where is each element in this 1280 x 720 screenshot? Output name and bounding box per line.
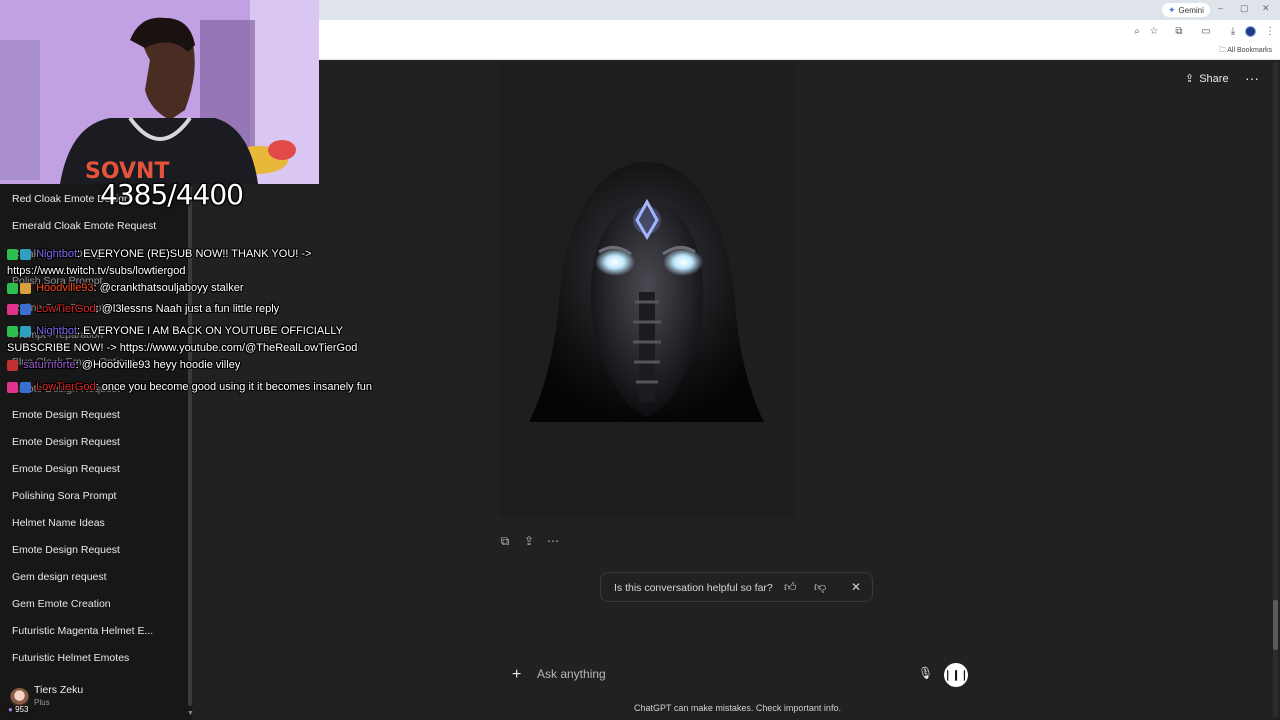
thumbs-down-icon[interactable]: 👎︎ — [814, 580, 826, 595]
screen: ✦ Gemini – ▢ ✕ ⌕ ☆ ⧉ ▭ ⤓ ⋮ 🗀 All Bookmar… — [0, 0, 1280, 720]
copy-icon[interactable]: ⧉ — [498, 534, 512, 548]
chat-message: LowTierGod: once you become good using i… — [7, 381, 372, 393]
maximize-button[interactable]: ▢ — [1240, 3, 1249, 14]
sidebar-item[interactable]: Futuristic Magenta Helmet E... — [12, 625, 153, 637]
share-button[interactable]: ⇪ Share — [1185, 72, 1229, 86]
folder-icon: 🗀 — [1218, 47, 1228, 54]
main-scrollbar-thumb[interactable] — [1273, 600, 1278, 650]
user-plan: Plus — [34, 698, 50, 707]
gemini-button[interactable]: ✦ Gemini — [1162, 3, 1210, 17]
scroll-down-arrow-icon[interactable]: ▼ — [187, 710, 194, 717]
generated-image[interactable] — [499, 62, 796, 517]
viewer-count: ● 953 — [8, 705, 29, 714]
gift-badge-icon — [7, 359, 18, 371]
sidebar-scrollbar[interactable] — [188, 186, 192, 706]
chat-message: Hoodville93: @crankthatsouljaboyy stalke… — [7, 282, 244, 294]
chat-message: Nightbot: EVERYONE I AM BACK ON YOUTUBE … — [7, 325, 343, 337]
more-actions-icon[interactable]: ⋯ — [546, 534, 560, 548]
sidebar-item[interactable]: Polishing Sora Prompt — [12, 490, 116, 502]
microphone-icon[interactable]: 🎙︎ — [918, 666, 933, 680]
all-bookmarks-link[interactable]: 🗀 All Bookmarks — [1219, 46, 1272, 57]
sidebar-item[interactable]: Helmet Name Ideas — [12, 517, 105, 529]
more-options-button[interactable]: ··· — [1245, 70, 1259, 86]
moderator-badge-icon — [7, 325, 18, 337]
broadcaster-badge-icon — [7, 381, 18, 393]
sidebar-item[interactable]: Futuristic Helmet Emotes — [12, 652, 129, 664]
sidebar-item[interactable]: Gem Emote Creation — [12, 598, 111, 610]
webcam-overlay: SOVNT — [0, 0, 319, 184]
bookmark-star-icon[interactable]: ☆ — [1148, 25, 1160, 37]
sub-badge-icon — [20, 282, 31, 294]
feedback-prompt: Is this conversation helpful so far? 👍︎ … — [600, 572, 873, 602]
chat-message-continued: SUBSCRIBE NOW! -> https://www.youtube.co… — [7, 342, 358, 354]
split-view-icon[interactable]: ▭ — [1200, 25, 1212, 37]
gemini-label: Gemini — [1178, 5, 1204, 15]
prompt-input[interactable]: Ask anything — [537, 667, 897, 681]
disclaimer: ChatGPT can make mistakes. Check importa… — [634, 703, 841, 713]
sidebar-item[interactable]: Emote Design Request — [12, 544, 120, 556]
close-icon[interactable]: ✕ — [851, 580, 861, 594]
bot-badge-icon — [20, 248, 31, 260]
sidebar-item[interactable]: Emerald Cloak Emote Request — [12, 220, 156, 232]
viewer-icon: ● — [8, 705, 13, 714]
moderator-badge-icon — [7, 248, 18, 260]
sidebar-item[interactable]: Emote Design Request — [12, 436, 120, 448]
browser-menu-icon[interactable]: ⋮ — [1264, 25, 1276, 37]
moderator-badge-icon — [7, 282, 18, 294]
voice-mode-button[interactable]: ❘❙❘ — [943, 663, 969, 687]
thumbs-up-icon[interactable]: 👍︎ — [784, 580, 797, 595]
bot-badge-icon — [20, 325, 31, 337]
close-window-button[interactable]: ✕ — [1262, 3, 1270, 14]
chat-message: LowTierGod: @l3lessns Naah just a fun li… — [7, 303, 279, 315]
feedback-question: Is this conversation helpful so far? — [614, 582, 773, 594]
minimize-button[interactable]: – — [1218, 3, 1223, 13]
sidebar-item[interactable]: Gem design request — [12, 571, 107, 583]
waveform-icon: ❘❙❘ — [943, 669, 969, 681]
add-attachment-icon[interactable]: + — [512, 666, 521, 684]
sub-badge-icon — [20, 381, 31, 393]
chat-message: Nightbot: EVERYONE (RE)SUB NOW!! THANK Y… — [7, 248, 311, 260]
sidebar-item[interactable]: Emote Design Request — [12, 409, 120, 421]
streamer-camera-image: SOVNT — [0, 0, 319, 184]
sub-badge-icon — [20, 303, 31, 315]
profile-avatar[interactable] — [1245, 26, 1256, 37]
download-icon[interactable]: ⤓ — [1227, 25, 1239, 37]
broadcaster-badge-icon — [7, 303, 18, 315]
sidebar-item[interactable]: Emote Design Request — [12, 463, 120, 475]
sub-goal-counter: 4385/4400 — [100, 178, 244, 211]
sparkle-icon: ✦ — [1168, 4, 1176, 15]
extensions-icon[interactable]: ⧉ — [1173, 25, 1185, 37]
zoom-icon[interactable]: ⌕ — [1131, 25, 1143, 37]
hooded-helmet-image — [529, 162, 764, 422]
chat-message: saturnforte: @Hoodville93 heyy hoodie vi… — [7, 359, 240, 371]
share-icon: ⇪ — [1185, 73, 1195, 85]
chat-message-continued: https://www.twitch.tv/subs/lowtiergod — [7, 265, 186, 277]
share-image-icon[interactable]: ⇪ — [522, 534, 536, 548]
user-name[interactable]: Tiers Zeku — [34, 684, 83, 696]
